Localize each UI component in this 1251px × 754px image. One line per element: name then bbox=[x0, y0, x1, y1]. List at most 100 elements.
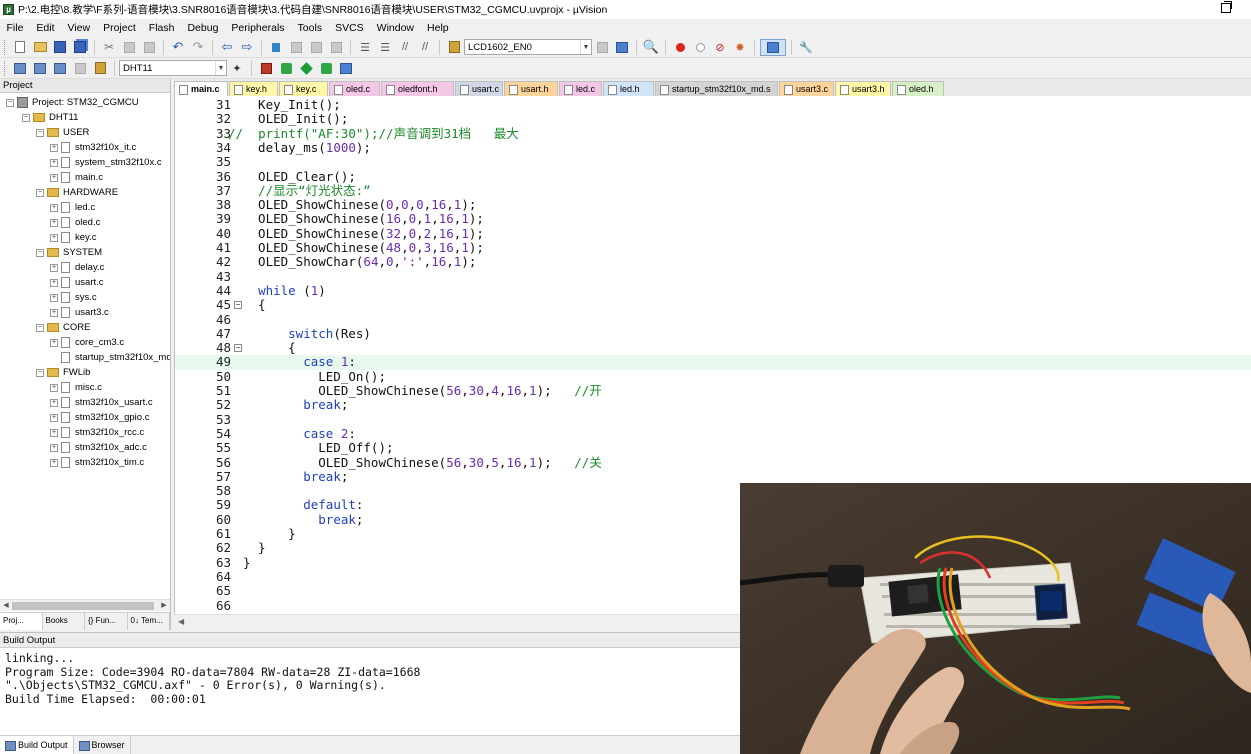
editor-tab-startup-stm32f10x-md-s[interactable]: startup_stm32f10x_md.s bbox=[655, 81, 778, 96]
tree-file-item[interactable]: + stm32f10x_usart.c bbox=[50, 395, 153, 410]
collapse-icon[interactable]: − bbox=[36, 128, 44, 137]
rebuild-button[interactable] bbox=[51, 60, 69, 77]
tree-folder-item[interactable]: − DHT11 bbox=[22, 110, 78, 125]
tree-folder-item[interactable]: − CORE bbox=[36, 320, 90, 335]
tree-file-item[interactable]: + delay.c bbox=[50, 260, 104, 275]
tree-project-root[interactable]: − Project: STM32_CGMCU bbox=[6, 95, 139, 110]
tree-file-item[interactable]: + stm32f10x_tim.c bbox=[50, 455, 144, 470]
menu-debug[interactable]: Debug bbox=[181, 19, 225, 37]
menu-view[interactable]: View bbox=[61, 19, 97, 37]
code-line[interactable]: 52 break; bbox=[175, 397, 1251, 412]
indent-button[interactable]: ☰ bbox=[356, 39, 374, 56]
tree-file-item[interactable]: + usart3.c bbox=[50, 305, 109, 320]
incremental-find-button[interactable] bbox=[613, 39, 631, 56]
code-line[interactable]: 57 break; bbox=[175, 469, 1251, 484]
code-line[interactable]: 48− { bbox=[175, 340, 1251, 355]
tree-file-item[interactable]: + stm32f10x_rcc.c bbox=[50, 425, 144, 440]
target-select[interactable]: DHT11 ▼ bbox=[119, 60, 227, 76]
expand-icon[interactable]: + bbox=[50, 428, 58, 437]
select-packs-button[interactable] bbox=[297, 60, 315, 77]
editor-tab-key-h[interactable]: key.h bbox=[229, 81, 278, 96]
tree-file-item[interactable]: + system_stm32f10x.c bbox=[50, 155, 162, 170]
scroll-left-icon[interactable]: ◀ bbox=[178, 617, 184, 626]
menu-edit[interactable]: Edit bbox=[30, 19, 61, 37]
navigate-back-button[interactable]: ⇦ bbox=[218, 39, 236, 56]
tree-file-item[interactable]: + stm32f10x_adc.c bbox=[50, 440, 147, 455]
editor-tab-usart-c[interactable]: usart.c bbox=[455, 81, 503, 96]
scroll-right-icon[interactable]: ▶ bbox=[159, 600, 169, 612]
editor-tab-oled-h[interactable]: oled.h bbox=[892, 81, 944, 96]
collapse-icon[interactable]: − bbox=[36, 368, 44, 377]
open-file-button[interactable] bbox=[31, 39, 49, 56]
code-line[interactable]: 36 OLED_Clear(); bbox=[175, 169, 1251, 184]
paste-button[interactable] bbox=[140, 39, 158, 56]
editor-horizontal-scrollbar[interactable]: ◀ bbox=[174, 614, 740, 630]
code-line[interactable]: 46 bbox=[175, 312, 1251, 327]
code-line[interactable]: 41 OLED_ShowChinese(48,0,3,16,1); bbox=[175, 240, 1251, 255]
code-line[interactable]: 34 delay_ms(1000); bbox=[175, 140, 1251, 155]
chevron-down-icon[interactable]: ▼ bbox=[580, 40, 591, 54]
expand-icon[interactable]: + bbox=[50, 203, 58, 212]
manage-run-time-env-button[interactable] bbox=[277, 60, 295, 77]
tree-file-item[interactable]: + usart.c bbox=[50, 275, 104, 290]
menu-flash[interactable]: Flash bbox=[142, 19, 181, 37]
code-line[interactable]: 31 Key_Init(); bbox=[175, 97, 1251, 112]
copy-button[interactable] bbox=[120, 39, 138, 56]
editor-tab-key-c[interactable]: key.c bbox=[279, 81, 328, 96]
panel-tab-2[interactable]: {} Fun... bbox=[85, 613, 128, 630]
tree-file-item[interactable]: + sys.c bbox=[50, 290, 97, 305]
batch-build-button[interactable] bbox=[71, 60, 89, 77]
collapse-icon[interactable]: − bbox=[36, 323, 44, 332]
tree-file-item[interactable]: startup_stm32f10x_md bbox=[50, 350, 170, 365]
output-tab-browser[interactable]: Browser bbox=[74, 736, 131, 754]
code-line[interactable]: 39 OLED_ShowChinese(16,0,1,16,1); bbox=[175, 212, 1251, 227]
collapse-icon[interactable]: − bbox=[22, 113, 30, 122]
code-line[interactable]: 49 case 1: bbox=[175, 355, 1251, 370]
tree-file-item[interactable]: + stm32f10x_gpio.c bbox=[50, 410, 149, 425]
menu-project[interactable]: Project bbox=[97, 19, 143, 37]
chevron-down-icon[interactable]: ▼ bbox=[215, 61, 226, 75]
project-tree-scrollbar[interactable]: ◀ ▶ bbox=[0, 599, 170, 611]
new-file-button[interactable] bbox=[11, 39, 29, 56]
uncomment-button[interactable]: // bbox=[416, 39, 434, 56]
bookmark-button[interactable] bbox=[267, 39, 285, 56]
expand-icon[interactable]: + bbox=[50, 158, 58, 167]
menu-help[interactable]: Help bbox=[421, 19, 456, 37]
enable-breakpoint-button[interactable] bbox=[691, 39, 709, 56]
kill-all-breakpoints-button[interactable]: ✸ bbox=[731, 39, 749, 56]
expand-icon[interactable]: + bbox=[50, 398, 58, 407]
menu-svcs[interactable]: SVCS bbox=[329, 19, 371, 37]
code-line[interactable]: 37 //显示“灯光状态:” bbox=[175, 183, 1251, 198]
code-line[interactable]: 38 OLED_ShowChinese(0,0,0,16,1); bbox=[175, 197, 1251, 212]
menu-peripherals[interactable]: Peripherals bbox=[225, 19, 291, 37]
toolbar-grip[interactable] bbox=[4, 39, 7, 55]
tree-folder-item[interactable]: − USER bbox=[36, 125, 89, 140]
configure-button[interactable]: 🔧 bbox=[797, 39, 815, 56]
prev-bookmark-button[interactable] bbox=[287, 39, 305, 56]
menu-tools[interactable]: Tools bbox=[291, 19, 329, 37]
code-line[interactable]: 43 bbox=[175, 269, 1251, 284]
save-all-button[interactable] bbox=[71, 39, 89, 56]
build-button[interactable] bbox=[31, 60, 49, 77]
editor-tab-main-c[interactable]: main.c bbox=[174, 81, 228, 96]
find-button[interactable] bbox=[593, 39, 611, 56]
code-line[interactable]: 44 while (1) bbox=[175, 283, 1251, 298]
tree-file-item[interactable]: + led.c bbox=[50, 200, 95, 215]
code-line[interactable]: 51 OLED_ShowChinese(56,30,4,16,1); //开 bbox=[175, 383, 1251, 398]
menu-window[interactable]: Window bbox=[370, 19, 420, 37]
cut-button[interactable]: ✂ bbox=[100, 39, 118, 56]
collapse-icon[interactable]: − bbox=[6, 98, 14, 107]
tree-file-item[interactable]: + main.c bbox=[50, 170, 103, 185]
clear-bookmarks-button[interactable] bbox=[327, 39, 345, 56]
collapse-icon[interactable]: − bbox=[36, 188, 44, 197]
tree-folder-item[interactable]: − SYSTEM bbox=[36, 245, 102, 260]
code-line[interactable]: 32 OLED_Init(); bbox=[175, 111, 1251, 126]
next-bookmark-button[interactable] bbox=[307, 39, 325, 56]
editor-tab-oledfont-h[interactable]: oledfont.h bbox=[381, 81, 454, 96]
find-combo[interactable]: LCD1602_EN0 ▼ bbox=[464, 39, 592, 55]
expand-icon[interactable]: + bbox=[50, 443, 58, 452]
collapse-icon[interactable]: − bbox=[36, 248, 44, 257]
expand-icon[interactable]: + bbox=[50, 293, 58, 302]
find-in-files-button[interactable] bbox=[445, 39, 463, 56]
translate-button[interactable] bbox=[11, 60, 29, 77]
